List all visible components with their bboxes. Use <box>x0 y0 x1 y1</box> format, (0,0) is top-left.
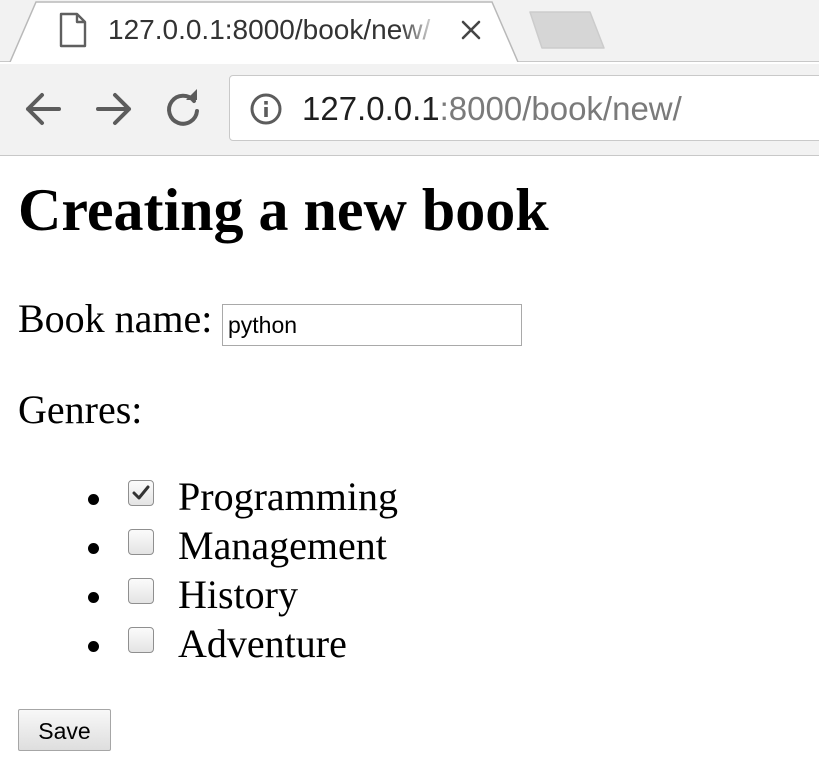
genres-label: Genres: <box>18 387 143 432</box>
genre-checkbox-adventure[interactable] <box>128 627 154 653</box>
bullet-icon <box>88 641 99 652</box>
genre-item-adventure: Adventure <box>18 621 438 670</box>
reload-icon[interactable] <box>160 86 206 132</box>
address-bar[interactable]: 127.0.0.1:8000/book/new/ <box>229 75 819 141</box>
new-tab-icon[interactable] <box>520 10 606 50</box>
genre-item-programming: Programming <box>18 474 438 523</box>
tab-title: 127.0.0.1:8000/book/new/ <box>108 14 431 45</box>
genre-label: Adventure <box>178 621 347 666</box>
url-path: :8000/book/new/ <box>439 90 682 127</box>
genre-item-management: Management <box>18 523 438 572</box>
forward-arrow-icon[interactable] <box>91 86 137 132</box>
genre-checkbox-programming[interactable] <box>128 480 154 506</box>
info-icon[interactable] <box>249 92 283 126</box>
close-icon[interactable] <box>455 14 487 46</box>
genre-label: History <box>178 572 298 617</box>
save-button[interactable]: Save <box>18 709 111 751</box>
bullet-icon <box>88 592 99 603</box>
page-title: Creating a new book <box>18 177 549 243</box>
genre-list: Programming Management History Adventure <box>18 474 438 670</box>
genre-checkbox-management[interactable] <box>128 529 154 555</box>
file-icon <box>59 12 87 48</box>
bullet-icon <box>88 543 99 554</box>
checkmark-icon <box>132 485 150 500</box>
bullet-icon <box>88 494 99 505</box>
genre-checkbox-history[interactable] <box>128 578 154 604</box>
url-host: 127.0.0.1 <box>302 90 440 127</box>
back-arrow-icon[interactable] <box>20 86 66 132</box>
genre-label: Management <box>178 523 387 568</box>
genre-label: Programming <box>178 474 398 519</box>
tab-strip: 127.0.0.1:8000/book/new/ <box>0 0 819 64</box>
book-name-input[interactable] <box>222 304 522 346</box>
genre-item-history: History <box>18 572 438 621</box>
browser-toolbar: 127.0.0.1:8000/book/new/ <box>0 64 819 156</box>
url-text[interactable]: 127.0.0.1:8000/book/new/ <box>302 88 682 130</box>
book-name-label: Book name: <box>18 296 213 341</box>
